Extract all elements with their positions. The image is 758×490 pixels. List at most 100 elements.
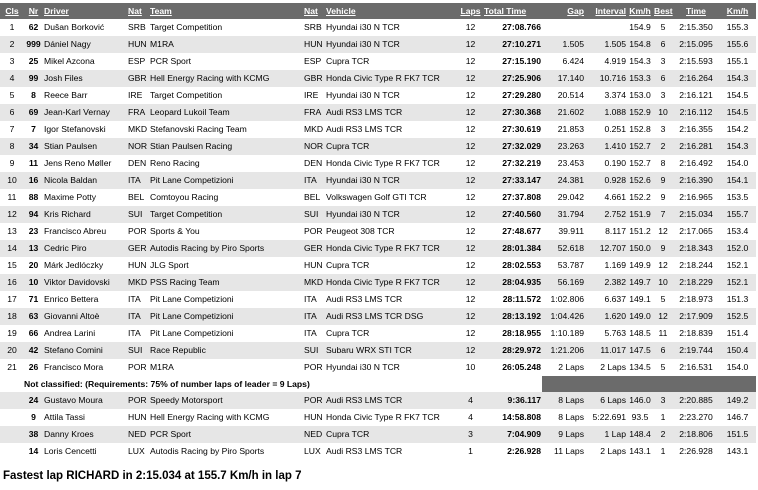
cell-time: 2:18.973: [673, 291, 719, 308]
cell-nat: HUN: [127, 36, 149, 53]
cell-best: 12: [653, 223, 673, 240]
cell-kmh2: 154.3: [719, 138, 756, 155]
col-driver: Driver: [43, 3, 127, 19]
cell-kmh: 152.7: [627, 138, 653, 155]
cell-total: 27:48.677: [483, 223, 542, 240]
cell-time: 2:16.264: [673, 70, 719, 87]
cell-vehicle: Hyundai i30 N TCR: [325, 87, 458, 104]
cell-team: Stefanovski Racing Team: [149, 121, 303, 138]
cell-laps: 12: [458, 121, 483, 138]
table-row: 1 62 Dušan Borković SRB Target Competition SR…: [0, 19, 756, 36]
cell-driver: Igor Stefanovski: [43, 121, 127, 138]
cell-nr: 24: [24, 392, 43, 409]
cell-nat2: FRA: [303, 104, 325, 121]
cell-cls: 2: [0, 36, 24, 53]
table-row: 9 Attila Tassi HUN Hell Energy Racing with …: [0, 409, 756, 426]
table-row: 15 20 Márk Jedlóczky HUN JLG Sport HUN Cupra T…: [0, 257, 756, 274]
cell-kmh: 134.5: [627, 359, 653, 376]
cell-kmh2: 151.3: [719, 291, 756, 308]
col-kmh-2: Km/h: [719, 3, 756, 19]
cell-best: 6: [653, 342, 673, 359]
cell-time: 2:16.112: [673, 104, 719, 121]
cell-time: 2:15.593: [673, 53, 719, 70]
cell-driver: Mikel Azcona: [43, 53, 127, 70]
cell-nat2: POR: [303, 359, 325, 376]
cell-nat2: DEN: [303, 155, 325, 172]
cell-kmh2: 155.6: [719, 36, 756, 53]
cell-kmh2: 154.5: [719, 104, 756, 121]
cell-nat2: SUI: [303, 206, 325, 223]
cell-nat2: HUN: [303, 409, 325, 426]
cell-cls: 15: [0, 257, 24, 274]
cell-best: 3: [653, 392, 673, 409]
cell-total: 27:25.906: [483, 70, 542, 87]
cell-team: Hell Energy Racing with KCMG: [149, 409, 303, 426]
cell-cls: 11: [0, 189, 24, 206]
not-classified-label: Not classified: (Requirements: 75% of nu…: [0, 376, 542, 392]
cell-kmh2: 152.1: [719, 257, 756, 274]
table-row: 12 94 Kris Richard SUI Target Competition SUI…: [0, 206, 756, 223]
cell-nat2: ITA: [303, 291, 325, 308]
cell-kmh2: 154.3: [719, 70, 756, 87]
cell-nat2: GER: [303, 240, 325, 257]
cell-cls: 9: [0, 155, 24, 172]
cell-nr: 63: [24, 308, 43, 325]
cell-team: Comtoyou Racing: [149, 189, 303, 206]
cell-team: PCR Sport: [149, 426, 303, 443]
cell-nat: ESP: [127, 53, 149, 70]
cell-time: 2:15.095: [673, 36, 719, 53]
cell-kmh2: 152.0: [719, 240, 756, 257]
cell-gap: 1:10.189: [542, 325, 585, 342]
cell-kmh: 93.5: [627, 409, 653, 426]
cell-kmh: 154.8: [627, 36, 653, 53]
cell-laps: 12: [458, 104, 483, 121]
cell-interval: 1.410: [585, 138, 627, 155]
table-row: 20 42 Stefano Comini SUI Race Republic SUI Sub…: [0, 342, 756, 359]
cell-cls: 5: [0, 87, 24, 104]
cell-gap: 31.794: [542, 206, 585, 223]
cell-kmh2: 155.7: [719, 206, 756, 223]
cell-interval: 1.620: [585, 308, 627, 325]
cell-driver: Josh Files: [43, 70, 127, 87]
cell-time: 2:18.806: [673, 426, 719, 443]
cell-laps: 12: [458, 155, 483, 172]
cell-vehicle: Hyundai i30 N TCR: [325, 359, 458, 376]
table-row: 14 Loris Cencetti LUX Autodis Racing by Pir…: [0, 443, 756, 460]
cell-vehicle: Hyundai i30 N TCR: [325, 172, 458, 189]
cell-nr: 25: [24, 53, 43, 70]
cell-best: 12: [653, 257, 673, 274]
cell-gap: 29.042: [542, 189, 585, 206]
cell-cls: 21: [0, 359, 24, 376]
cell-nr: 26: [24, 359, 43, 376]
col-cls: Cls: [0, 3, 24, 19]
cell-best: 7: [653, 206, 673, 223]
cell-total: 28:02.553: [483, 257, 542, 274]
cell-nat: ITA: [127, 325, 149, 342]
col-total-time: Total Time: [483, 3, 542, 19]
cell-best: 9: [653, 240, 673, 257]
cell-vehicle: Hyundai i30 N TCR: [325, 36, 458, 53]
cell-interval: 4.661: [585, 189, 627, 206]
cell-gap: 23.453: [542, 155, 585, 172]
cell-nat: DEN: [127, 155, 149, 172]
cell-team: Autodis Racing by Piro Sports: [149, 240, 303, 257]
fastest-lap-text: Fastest lap RICHARD in 2:15.034 at 155.7…: [3, 470, 302, 482]
cell-nat: MKD: [127, 121, 149, 138]
cell-laps: 12: [458, 53, 483, 70]
cell-laps: 12: [458, 257, 483, 274]
cell-total: 27:30.368: [483, 104, 542, 121]
cell-cls: 4: [0, 70, 24, 87]
cell-gap: 23.263: [542, 138, 585, 155]
cell-vehicle: Cupra TCR: [325, 426, 458, 443]
cell-gap: 53.787: [542, 257, 585, 274]
cell-time: 2:20.885: [673, 392, 719, 409]
table-row: 11 88 Maxime Potty BEL Comtoyou Racing BEL Vol…: [0, 189, 756, 206]
cell-gap: [542, 19, 585, 36]
cell-nr: 71: [24, 291, 43, 308]
cell-team: Target Competition: [149, 19, 303, 36]
cell-team: M1RA: [149, 359, 303, 376]
cell-nr: 38: [24, 426, 43, 443]
cell-interval: 5:22.691: [585, 409, 627, 426]
cell-interval: 1.088: [585, 104, 627, 121]
cell-driver: Andrea Larini: [43, 325, 127, 342]
